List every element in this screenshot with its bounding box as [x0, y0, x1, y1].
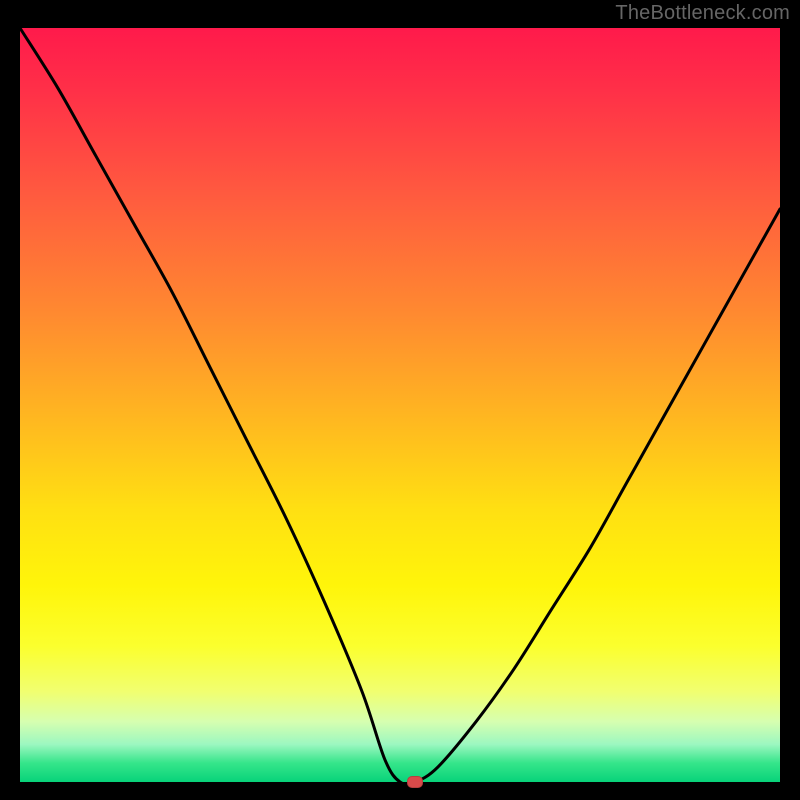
- bottleneck-curve-path: [20, 28, 780, 784]
- optimal-point-marker: [407, 776, 423, 788]
- bottleneck-curve-svg: [20, 28, 780, 782]
- plot-area: [20, 28, 780, 782]
- watermark-text: TheBottleneck.com: [615, 2, 790, 25]
- chart-frame: TheBottleneck.com: [0, 0, 800, 800]
